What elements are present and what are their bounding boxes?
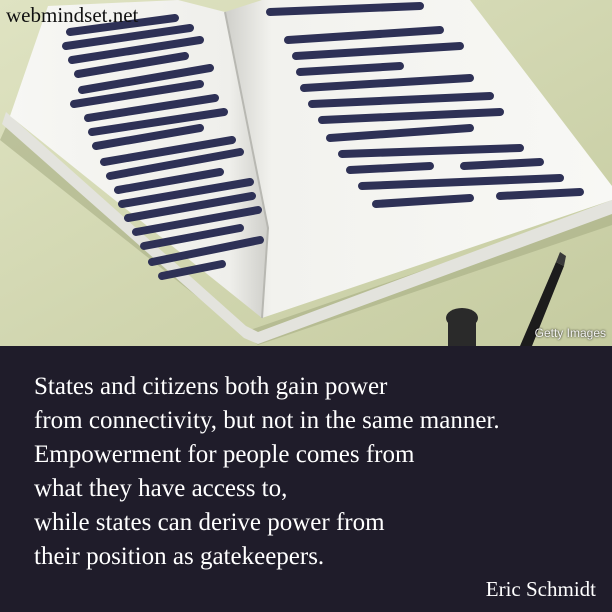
open-book-illustration — [0, 0, 612, 346]
quote-line: their position as gatekeepers. — [34, 543, 325, 570]
quote-author: Eric Schmidt — [485, 577, 596, 601]
quote-panel: States and citizens both gain power from… — [0, 346, 612, 612]
quote-line: Empowerment for people comes from — [34, 441, 415, 468]
quote-line: while states can derive power from — [34, 509, 385, 536]
quote-line: from connectivity, but not in the same m… — [34, 407, 500, 434]
site-watermark: webmindset.net — [6, 3, 139, 27]
quote-line: States and citizens both gain power — [34, 373, 388, 400]
book-photo — [0, 0, 612, 346]
quote-line: what they have access to, — [34, 475, 288, 502]
photo-credit: Getty Images — [534, 326, 606, 340]
